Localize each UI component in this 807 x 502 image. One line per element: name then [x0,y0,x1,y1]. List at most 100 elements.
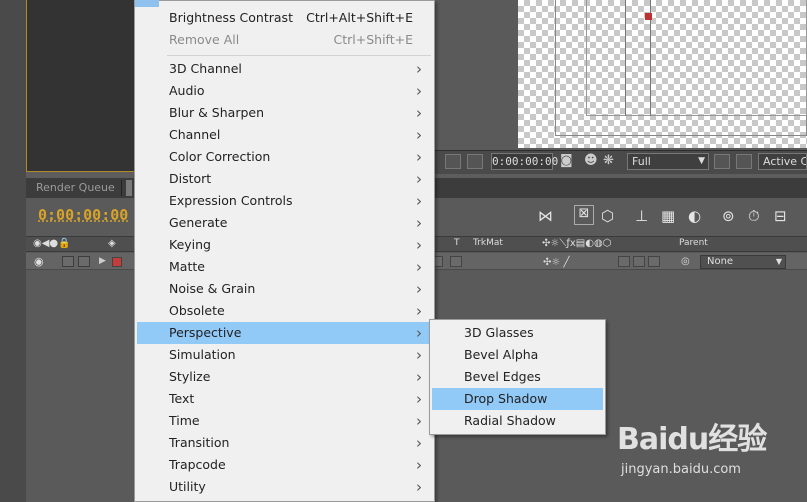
menu-item-noise-grain[interactable]: Noise & Grain › [137,278,433,300]
switch-box[interactable] [648,256,660,267]
layer-switches-icons[interactable]: ✣☼ ╱ [543,257,570,269]
menu-item-label: 3D Channel [169,61,242,76]
menu-item-label: Stylize [169,369,211,384]
switch-box[interactable] [633,256,645,267]
live-update-icon[interactable]: ⋈ [538,207,553,225]
brainstorm-icon[interactable]: ◐ [688,207,701,225]
av-features-icon: ◉◀●🔒 [33,238,71,249]
lock-toggle[interactable] [78,256,90,267]
menu-item-transition[interactable]: Transition › [137,432,433,454]
chevron-right-icon: › [416,104,422,122]
submenu-item-radial-shadow[interactable]: Radial Shadow [432,410,603,432]
chevron-right-icon: › [416,412,422,430]
twirl-arrow-icon[interactable]: ▶ [99,256,106,266]
chevron-right-icon: › [416,280,422,298]
menu-item-blur-sharpen[interactable]: Blur & Sharpen › [137,102,433,124]
anchor-point[interactable] [645,13,652,20]
chevron-right-icon: › [416,170,422,188]
menu-item-brightness-contrast[interactable]: Brightness Contrast Ctrl+Alt+Shift+E [137,7,433,29]
chevron-right-icon: › [416,456,422,474]
switch-box[interactable] [618,256,630,267]
frame-blending-icon[interactable]: ⊥ [635,207,648,225]
submenu-item-bevel-alpha[interactable]: Bevel Alpha [432,344,603,366]
submenu-item-3d-glasses[interactable]: 3D Glasses [432,322,603,344]
submenu-item-label: Radial Shadow [464,413,556,428]
menu-item-color-correction[interactable]: Color Correction › [137,146,433,168]
menu-item-label: Audio [169,83,205,98]
layer-bounds [586,0,807,116]
menu-item-keying[interactable]: Keying › [137,234,433,256]
chevron-right-icon: › [416,214,422,232]
parent-select[interactable]: None ▼ [700,255,786,269]
chevron-right-icon: › [416,82,422,100]
menu-item-label: Text [169,391,195,406]
audio-toggle[interactable] [62,256,74,267]
stopwatch-icon[interactable]: ⏱ [748,207,760,225]
effect-context-menu: Brightness Contrast Ctrl+Alt+Shift+E Remov… [134,0,435,502]
chevron-right-icon: › [416,236,422,254]
menu-item-shortcut: Ctrl+Shift+E [333,32,414,47]
menu-item-label: Obsolete [169,303,225,318]
menu-item-audio[interactable]: Audio › [137,80,433,102]
menu-separator [167,55,431,56]
fast-previews-button[interactable] [714,154,730,169]
chevron-right-icon: › [416,434,422,452]
menu-item-trapcode[interactable]: Trapcode › [137,454,433,476]
chevron-right-icon: › [416,390,422,408]
transparency-grid-button[interactable] [467,154,483,169]
menu-item-label: Distort [169,171,212,186]
camera-snapshot-icon[interactable]: ◙ [560,153,573,168]
menu-item-matte[interactable]: Matte › [137,256,433,278]
menu-item-label: Blur & Sharpen [169,105,265,120]
tab-render-queue[interactable]: Render Queue [30,180,122,196]
menu-item-obsolete[interactable]: Obsolete › [137,300,433,322]
menu-item-distort[interactable]: Distort › [137,168,433,190]
menu-item-label: Perspective [169,325,242,340]
viewer-timecode[interactable]: 0:00:00:00 [491,153,558,170]
tab-close-icon[interactable] [126,180,132,196]
menu-item-generate[interactable]: Generate › [137,212,433,234]
show-snapshot-icon[interactable]: ☻ [584,153,598,168]
current-time-display[interactable]: 0:00:00:00 [38,206,128,224]
menu-item-expression-controls[interactable]: Expression Controls › [137,190,433,212]
menu-item-perspective[interactable]: Perspective › [137,322,433,344]
label-color-swatch[interactable] [112,257,122,267]
submenu-item-label: Bevel Edges [464,369,541,384]
graph-editor-icon[interactable]: ⊚ [722,207,735,225]
chevron-right-icon: › [416,478,422,496]
guide-line [625,0,626,116]
menu-item-channel[interactable]: Channel › [137,124,433,146]
chevron-right-icon: › [416,302,422,320]
watermark-url: jingyan.baidu.com [621,462,741,477]
pickwhip-icon[interactable]: ◎ [681,256,690,268]
menu-item-utility[interactable]: Utility › [137,476,433,498]
color-channels-icon[interactable]: ❋ [603,153,614,168]
chevron-right-icon: › [416,324,422,342]
menu-highlight-stub [135,0,159,7]
menu-item-simulation[interactable]: Simulation › [137,344,433,366]
eye-icon[interactable]: ◉ [34,255,44,268]
menu-item-label: Simulation [169,347,236,362]
toggle-transparency-button[interactable] [736,154,752,169]
resolution-select[interactable]: Full ▼ [627,153,709,170]
menu-item-text[interactable]: Text › [137,388,433,410]
column-parent: Parent [679,238,708,248]
menu-item-stylize[interactable]: Stylize › [137,366,433,388]
submenu-item-label: Drop Shadow [464,391,548,406]
region-of-interest-button[interactable] [445,154,461,169]
menu-item-3d-channel[interactable]: 3D Channel › [137,58,433,80]
submenu-item-drop-shadow[interactable]: Drop Shadow [432,388,603,410]
active-camera-select[interactable]: Active Ca [758,153,807,170]
comp-flowchart-icon[interactable]: ⊟ [774,207,787,225]
draft-3d-icon[interactable]: ⊠ [574,205,594,225]
hide-shy-layers-icon[interactable]: ⬡ [601,207,614,225]
submenu-item-bevel-edges[interactable]: Bevel Edges [432,366,603,388]
menu-item-label: Utility [169,479,206,494]
trkmat-select[interactable] [450,256,462,267]
motion-blur-icon[interactable]: ▦ [661,207,675,225]
baidu-logo: Baidu经验 [617,422,767,457]
menu-item-remove-all: Remove All Ctrl+Shift+E [137,29,433,51]
chevron-right-icon: › [416,192,422,210]
menu-item-label: Generate [169,215,228,230]
menu-item-time[interactable]: Time › [137,410,433,432]
